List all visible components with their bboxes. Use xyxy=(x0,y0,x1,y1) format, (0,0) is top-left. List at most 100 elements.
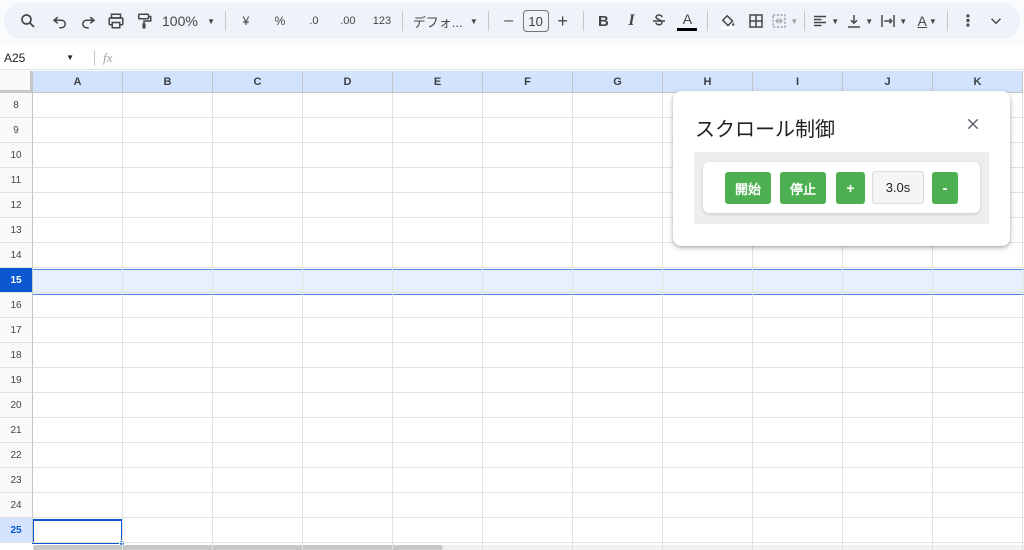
horizontal-scrollbar[interactable] xyxy=(33,545,1024,550)
gridline xyxy=(33,542,1024,543)
column-header-j[interactable]: J xyxy=(843,71,933,93)
more-options-icon[interactable]: ⋮ xyxy=(954,7,982,35)
speed-decrease-button[interactable]: - xyxy=(932,172,958,204)
paint-format-icon[interactable] xyxy=(130,7,158,35)
name-box[interactable]: A25 ▼ xyxy=(0,51,80,65)
italic-button[interactable]: I xyxy=(617,7,645,35)
text-color-button[interactable]: A xyxy=(673,7,701,35)
row-header-15[interactable]: 15 xyxy=(0,268,33,293)
column-header-g[interactable]: G xyxy=(573,71,663,93)
column-header-e[interactable]: E xyxy=(393,71,483,93)
text-wrap-icon[interactable]: ▼ xyxy=(879,7,907,35)
row-header-8[interactable]: 8 xyxy=(0,93,33,118)
redo-icon[interactable] xyxy=(74,7,102,35)
toolbar: 100% ▼ ¥ % .0 .00 123 デフォ... ▼ – 10 + B … xyxy=(4,3,1020,39)
font-family-select[interactable]: デフォ... ▼ xyxy=(409,7,482,35)
dialog-body: 開始 停止 + 3.0s - xyxy=(694,152,989,224)
speed-increase-button[interactable]: + xyxy=(836,172,865,204)
row-header-18[interactable]: 18 xyxy=(0,343,33,368)
close-icon[interactable] xyxy=(962,113,984,135)
borders-icon[interactable] xyxy=(742,7,770,35)
text-rotation-button[interactable]: A ▼ xyxy=(913,7,941,35)
column-header-k[interactable]: K xyxy=(933,71,1023,93)
row-header-20[interactable]: 20 xyxy=(0,393,33,418)
gridline xyxy=(33,417,1024,418)
row-header-9[interactable]: 9 xyxy=(0,118,33,143)
percent-format-button[interactable]: % xyxy=(266,7,294,35)
merge-cells-icon[interactable]: ▼ xyxy=(770,7,798,35)
gridline xyxy=(33,367,1024,368)
caret-down-icon: ▼ xyxy=(66,53,74,62)
currency-format-button[interactable]: ¥ xyxy=(232,7,260,35)
column-header-b[interactable]: B xyxy=(123,71,213,93)
toolbar-divider xyxy=(947,11,949,31)
start-button[interactable]: 開始 xyxy=(725,172,771,204)
collapse-toolbar-icon[interactable] xyxy=(982,7,1010,35)
name-box-value: A25 xyxy=(4,50,26,65)
gridline xyxy=(212,93,213,550)
gridline xyxy=(33,392,1024,393)
column-header-a[interactable]: A xyxy=(33,71,123,93)
stop-button[interactable]: 停止 xyxy=(780,172,826,204)
gridline xyxy=(33,467,1024,468)
caret-down-icon: ▼ xyxy=(469,16,478,26)
fill-color-icon[interactable] xyxy=(714,7,742,35)
font-family-value: デフォ... xyxy=(412,14,463,30)
column-header-c[interactable]: C xyxy=(213,71,303,93)
decrease-decimal-button[interactable]: .0 xyxy=(300,7,328,35)
row-header-17[interactable]: 17 xyxy=(0,318,33,343)
increase-font-size-button[interactable]: + xyxy=(549,7,577,35)
text-rotation-letter: A xyxy=(917,13,927,29)
column-header-i[interactable]: I xyxy=(753,71,843,93)
row-header-25[interactable]: 25 xyxy=(0,518,33,543)
horizontal-align-icon[interactable]: ▼ xyxy=(811,7,839,35)
gridline xyxy=(33,492,1024,493)
select-all-corner[interactable] xyxy=(0,71,33,93)
number-format-button[interactable]: 123 xyxy=(368,7,396,35)
scroll-control-dialog: スクロール制御 開始 停止 + 3.0s - xyxy=(673,91,1010,246)
column-header-d[interactable]: D xyxy=(303,71,393,93)
row-header-11[interactable]: 11 xyxy=(0,168,33,193)
print-icon[interactable] xyxy=(102,7,130,35)
search-menus-icon[interactable] xyxy=(14,7,42,35)
text-color-letter: A xyxy=(682,10,693,27)
decrease-font-size-button[interactable]: – xyxy=(495,7,523,35)
caret-down-icon: ▼ xyxy=(928,16,937,26)
caret-down-icon: ▼ xyxy=(899,16,908,26)
column-header-h[interactable]: H xyxy=(663,71,753,93)
speed-display: 3.0s xyxy=(872,171,924,204)
zoom-select[interactable]: 100% ▼ xyxy=(158,7,219,35)
gridline xyxy=(482,93,483,550)
gridline xyxy=(33,342,1024,343)
row-header-22[interactable]: 22 xyxy=(0,443,33,468)
row-header-10[interactable]: 10 xyxy=(0,143,33,168)
bold-button[interactable]: B xyxy=(589,7,617,35)
function-icon: fx xyxy=(94,49,112,66)
undo-icon[interactable] xyxy=(46,7,74,35)
row-header-13[interactable]: 13 xyxy=(0,218,33,243)
gridline xyxy=(662,93,663,550)
toolbar-divider xyxy=(582,11,584,31)
row-header-16[interactable]: 16 xyxy=(0,293,33,318)
row-header-14[interactable]: 14 xyxy=(0,243,33,268)
gridline xyxy=(33,292,1024,293)
row-header-24[interactable]: 24 xyxy=(0,493,33,518)
gridline xyxy=(33,317,1024,318)
toolbar-divider xyxy=(707,11,709,31)
row-header-23[interactable]: 23 xyxy=(0,468,33,493)
column-header-f[interactable]: F xyxy=(483,71,573,93)
row-header-19[interactable]: 19 xyxy=(0,368,33,393)
formula-bar: A25 ▼ fx xyxy=(0,46,1024,70)
gridline xyxy=(572,93,573,550)
caret-down-icon: ▼ xyxy=(865,16,874,26)
strikethrough-icon[interactable] xyxy=(645,7,673,35)
row-header-12[interactable]: 12 xyxy=(0,193,33,218)
increase-decimal-button[interactable]: .00 xyxy=(334,7,362,35)
row-header-21[interactable]: 21 xyxy=(0,418,33,443)
vertical-align-icon[interactable]: ▼ xyxy=(845,7,873,35)
caret-down-icon: ▼ xyxy=(207,16,216,26)
caret-down-icon: ▼ xyxy=(831,16,840,26)
scrollbar-thumb[interactable] xyxy=(33,545,443,550)
active-cell[interactable] xyxy=(32,519,123,544)
font-size-input[interactable]: 10 xyxy=(522,10,549,32)
